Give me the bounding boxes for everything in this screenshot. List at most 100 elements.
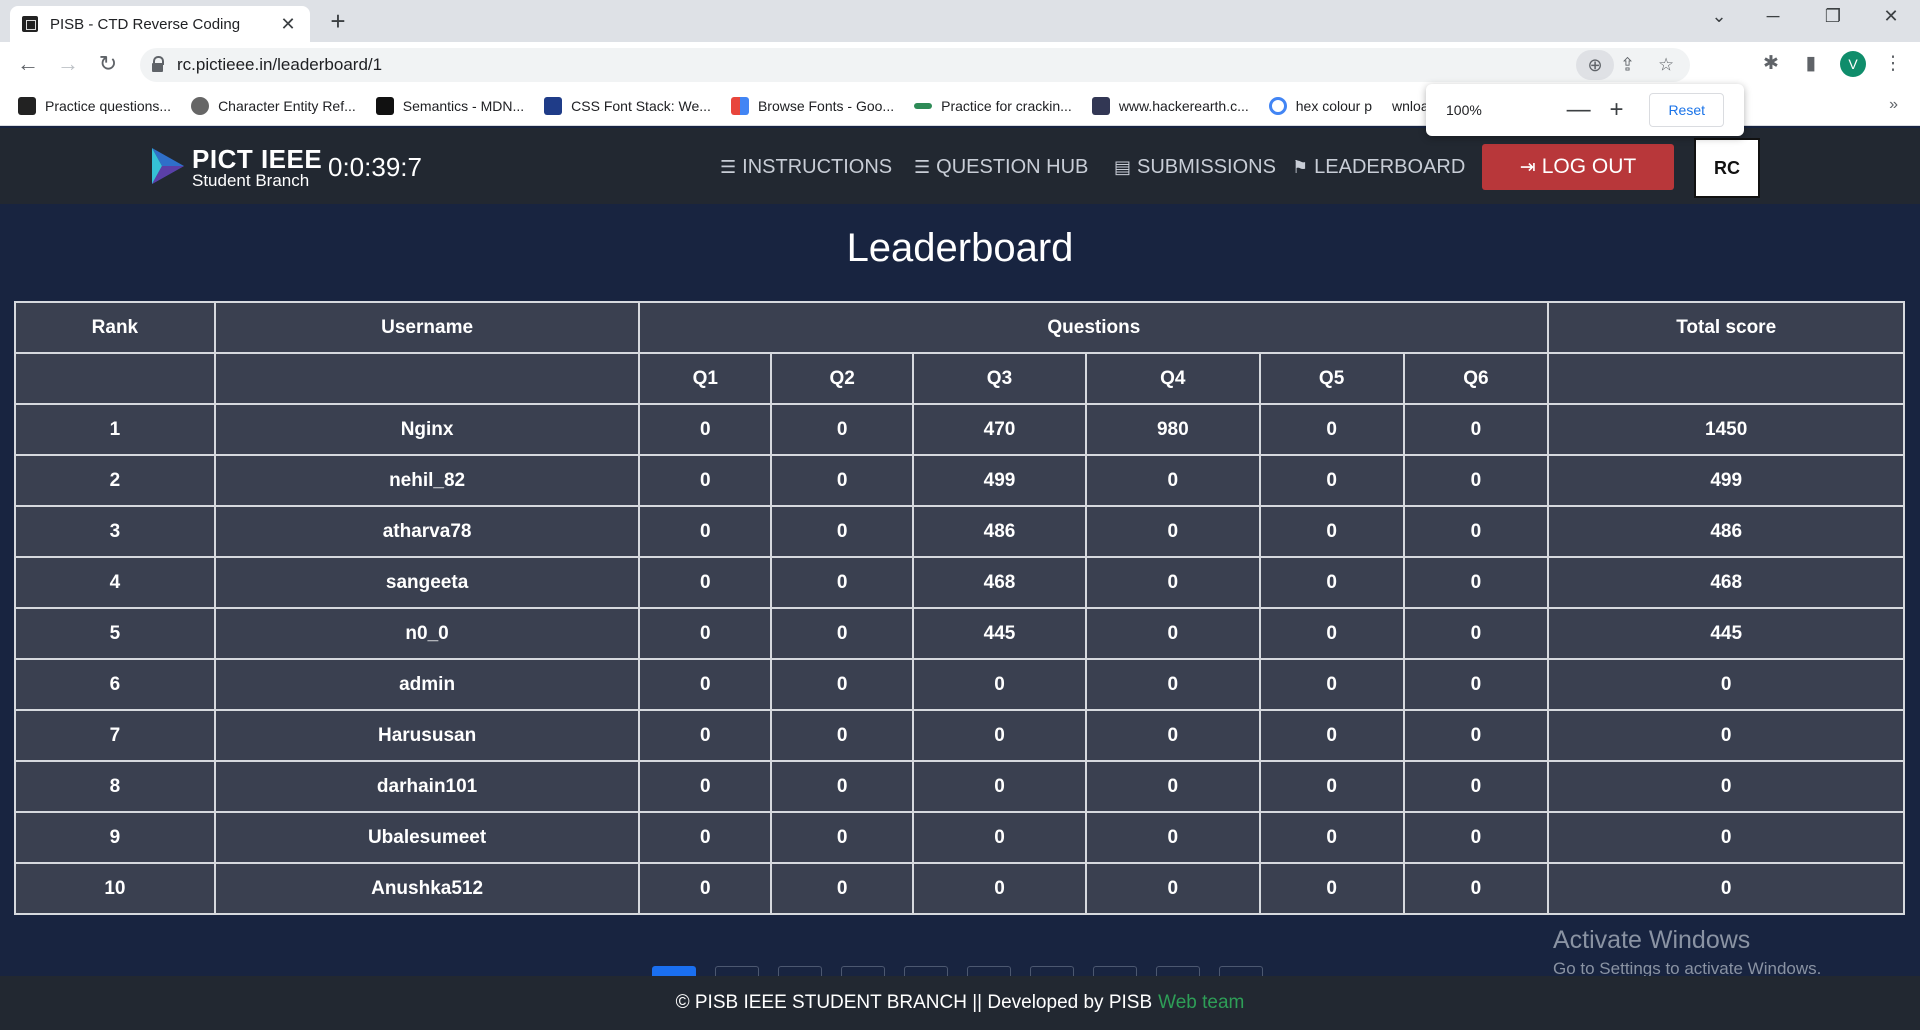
reload-icon[interactable]: ↻ <box>94 50 122 78</box>
q5-score-cell: 0 <box>1258 760 1405 813</box>
q4-score-cell: 0 <box>1084 760 1261 813</box>
q6-score-cell: 0 <box>1402 454 1550 507</box>
page-button[interactable] <box>715 966 759 976</box>
q1-score-cell: 0 <box>638 658 773 711</box>
page-button[interactable] <box>1093 966 1137 976</box>
q4-score-cell: 0 <box>1084 811 1261 864</box>
back-arrow-icon[interactable]: ← <box>14 50 42 78</box>
nav-question-hub[interactable]: ☰ QUESTION HUB <box>914 156 1088 179</box>
q5-score-cell: 0 <box>1258 607 1405 660</box>
page-button[interactable] <box>841 966 885 976</box>
q6-score-cell: 0 <box>1402 505 1550 558</box>
q1-score-cell: 0 <box>638 760 773 813</box>
zoom-icon[interactable]: ⊕ <box>1576 50 1614 80</box>
lock-icon[interactable] <box>152 56 164 72</box>
bookmarks-overflow-icon[interactable]: » <box>1889 96 1898 114</box>
side-panel-icon[interactable]: ▮ <box>1798 52 1824 75</box>
table-row: 3 atharva78 0 0 486 0 0 0 486 <box>14 505 1905 558</box>
q3-score-cell: 0 <box>912 760 1087 813</box>
bookmark-item[interactable]: Semantics - MDN... <box>375 96 524 115</box>
window-close-icon[interactable]: ✕ <box>1876 6 1906 27</box>
page-button[interactable] <box>967 966 1011 976</box>
file-code-icon: ▤ <box>1114 157 1132 177</box>
tab-title: PISB - CTD Reverse Coding <box>50 15 241 33</box>
rank-cell: 3 <box>14 505 216 558</box>
q4-score-cell: 0 <box>1084 709 1261 762</box>
total-score-cell: 486 <box>1547 505 1905 558</box>
bookmark-item[interactable]: CSS Font Stack: We... <box>544 96 711 115</box>
page-button[interactable] <box>1030 966 1074 976</box>
q5-score-cell: 0 <box>1258 658 1405 711</box>
bookmark-label: CSS Font Stack: We... <box>571 97 711 114</box>
total-score-cell: 0 <box>1547 658 1905 711</box>
extensions-icon[interactable]: ✱ <box>1758 52 1784 75</box>
bookmark-favicon-icon <box>730 96 749 115</box>
q3-score-cell: 468 <box>912 556 1087 609</box>
logout-button[interactable]: ⇥ LOG OUT <box>1482 144 1674 190</box>
bookmark-label: Browse Fonts - Goo... <box>757 97 895 114</box>
q2-score-cell: 0 <box>770 607 915 660</box>
column-header-q2: Q2 <box>770 352 915 405</box>
page-button[interactable] <box>1219 966 1263 976</box>
zoom-level: 100% <box>1446 102 1482 118</box>
page-button[interactable] <box>778 966 822 976</box>
nav-leaderboard[interactable]: ⚑ LEADERBOARD <box>1292 156 1465 179</box>
page-button[interactable] <box>1156 966 1200 976</box>
share-icon[interactable]: ⇪ <box>1620 55 1635 76</box>
new-tab-button[interactable]: + <box>324 8 352 34</box>
page-button[interactable] <box>904 966 948 976</box>
page-button-active[interactable] <box>652 966 696 976</box>
zoom-reset-button[interactable]: Reset <box>1649 93 1725 127</box>
bookmark-label: www.hackerearth.c... <box>1118 97 1249 114</box>
forward-arrow-icon[interactable]: → <box>54 50 82 78</box>
minimize-icon[interactable]: ─ <box>1758 6 1788 27</box>
q6-score-cell: 0 <box>1402 862 1550 915</box>
nav-label: LEADERBOARD <box>1314 156 1466 178</box>
total-score-cell: 468 <box>1547 556 1905 609</box>
zoom-out-button[interactable]: — <box>1560 96 1598 124</box>
restore-icon[interactable]: ❐ <box>1818 6 1848 27</box>
tab-close-icon[interactable]: ✕ <box>278 14 298 35</box>
browser-tab[interactable]: PISB - CTD Reverse Coding ✕ <box>10 6 310 42</box>
username-cell: admin <box>213 658 641 711</box>
pagination <box>652 966 1282 976</box>
bookmark-item[interactable]: www.hackerearth.c... <box>1091 96 1249 115</box>
q2-score-cell: 0 <box>770 658 915 711</box>
zoom-in-button[interactable]: + <box>1598 96 1636 124</box>
q4-score-cell: 0 <box>1084 454 1261 507</box>
q6-score-cell: 0 <box>1402 811 1550 864</box>
bookmark-label: hex colour p <box>1295 97 1373 114</box>
username-cell: Nginx <box>213 403 641 456</box>
menu-kebab-icon[interactable]: ⋮ <box>1880 52 1906 75</box>
nav-label: QUESTION HUB <box>936 156 1089 178</box>
q4-score-cell: 0 <box>1084 505 1261 558</box>
footer-web-team-link[interactable]: Web team <box>1158 992 1244 1014</box>
address-bar[interactable]: rc.pictieee.in/leaderboard/1 ⇪ ☆ ⊕ <box>140 48 1690 82</box>
rc-logo[interactable]: RC <box>1694 138 1760 198</box>
total-score-cell: 1450 <box>1547 403 1905 456</box>
bookmark-item[interactable]: Practice for crackin... <box>914 98 1072 114</box>
rank-cell: 6 <box>14 658 216 711</box>
bookmark-item[interactable]: Browse Fonts - Goo... <box>730 96 895 115</box>
column-header-q6: Q6 <box>1402 352 1550 405</box>
brand-subtitle: Student Branch <box>192 171 310 190</box>
leaderboard-table: Rank Username Questions Total score Q1 Q… <box>14 301 1905 915</box>
bookmark-item[interactable]: Practice questions... <box>18 96 172 115</box>
q2-score-cell: 0 <box>770 454 915 507</box>
url-text[interactable]: rc.pictieee.in/leaderboard/1 <box>177 55 382 75</box>
bookmark-item[interactable]: hex colour p <box>1268 96 1373 115</box>
profile-avatar[interactable]: V <box>1840 51 1866 77</box>
nav-instructions[interactable]: ☰ INSTRUCTIONS <box>720 156 892 179</box>
q5-score-cell: 0 <box>1258 454 1405 507</box>
tab-search-icon[interactable]: ⌄ <box>1704 6 1734 27</box>
nav-submissions[interactable]: ▤ SUBMISSIONS <box>1114 156 1276 179</box>
bookmark-label: Practice questions... <box>45 97 172 114</box>
bookmark-star-icon[interactable]: ☆ <box>1658 55 1674 76</box>
q4-score-cell: 0 <box>1084 658 1261 711</box>
bookmark-item[interactable]: Character Entity Ref... <box>191 96 356 115</box>
pict-ieee-logo-icon[interactable] <box>148 144 188 188</box>
q1-score-cell: 0 <box>638 454 773 507</box>
rank-cell: 10 <box>14 862 216 915</box>
username-cell: nehil_82 <box>213 454 641 507</box>
q3-score-cell: 0 <box>912 811 1087 864</box>
